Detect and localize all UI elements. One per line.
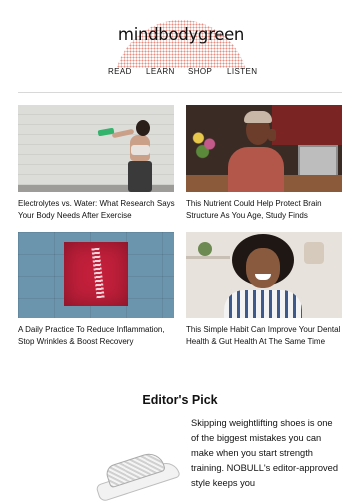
article-image-dental-health[interactable] <box>186 232 342 318</box>
header-divider <box>18 92 342 93</box>
article-image-inflammation[interactable] <box>18 232 174 318</box>
nav-shop-link[interactable]: SHOP <box>188 67 212 76</box>
article-image-brain-nutrient[interactable] <box>186 105 342 192</box>
nav-listen-link[interactable]: LISTEN <box>227 67 257 76</box>
nav-learn-link[interactable]: LEARN <box>146 67 175 76</box>
article-title-dental-health[interactable]: This Simple Habit Can Improve Your Denta… <box>186 324 346 348</box>
nav-read-link[interactable]: READ <box>108 67 132 76</box>
editors-pick-heading: Editor's Pick <box>142 393 218 407</box>
article-title-brain-nutrient[interactable]: This Nutrient Could Help Protect Brain S… <box>186 198 346 222</box>
article-title-electrolytes[interactable]: Electrolytes vs. Water: What Research Sa… <box>18 198 178 222</box>
brand-logo[interactable]: mindbodygreen <box>114 10 248 68</box>
article-image-electrolytes[interactable] <box>18 105 174 192</box>
logo-wordmark: mindbodygreen <box>117 25 245 44</box>
editors-pick-shoe-image[interactable] <box>95 449 182 503</box>
article-title-inflammation[interactable]: A Daily Practice To Reduce Inflammation,… <box>18 324 178 348</box>
